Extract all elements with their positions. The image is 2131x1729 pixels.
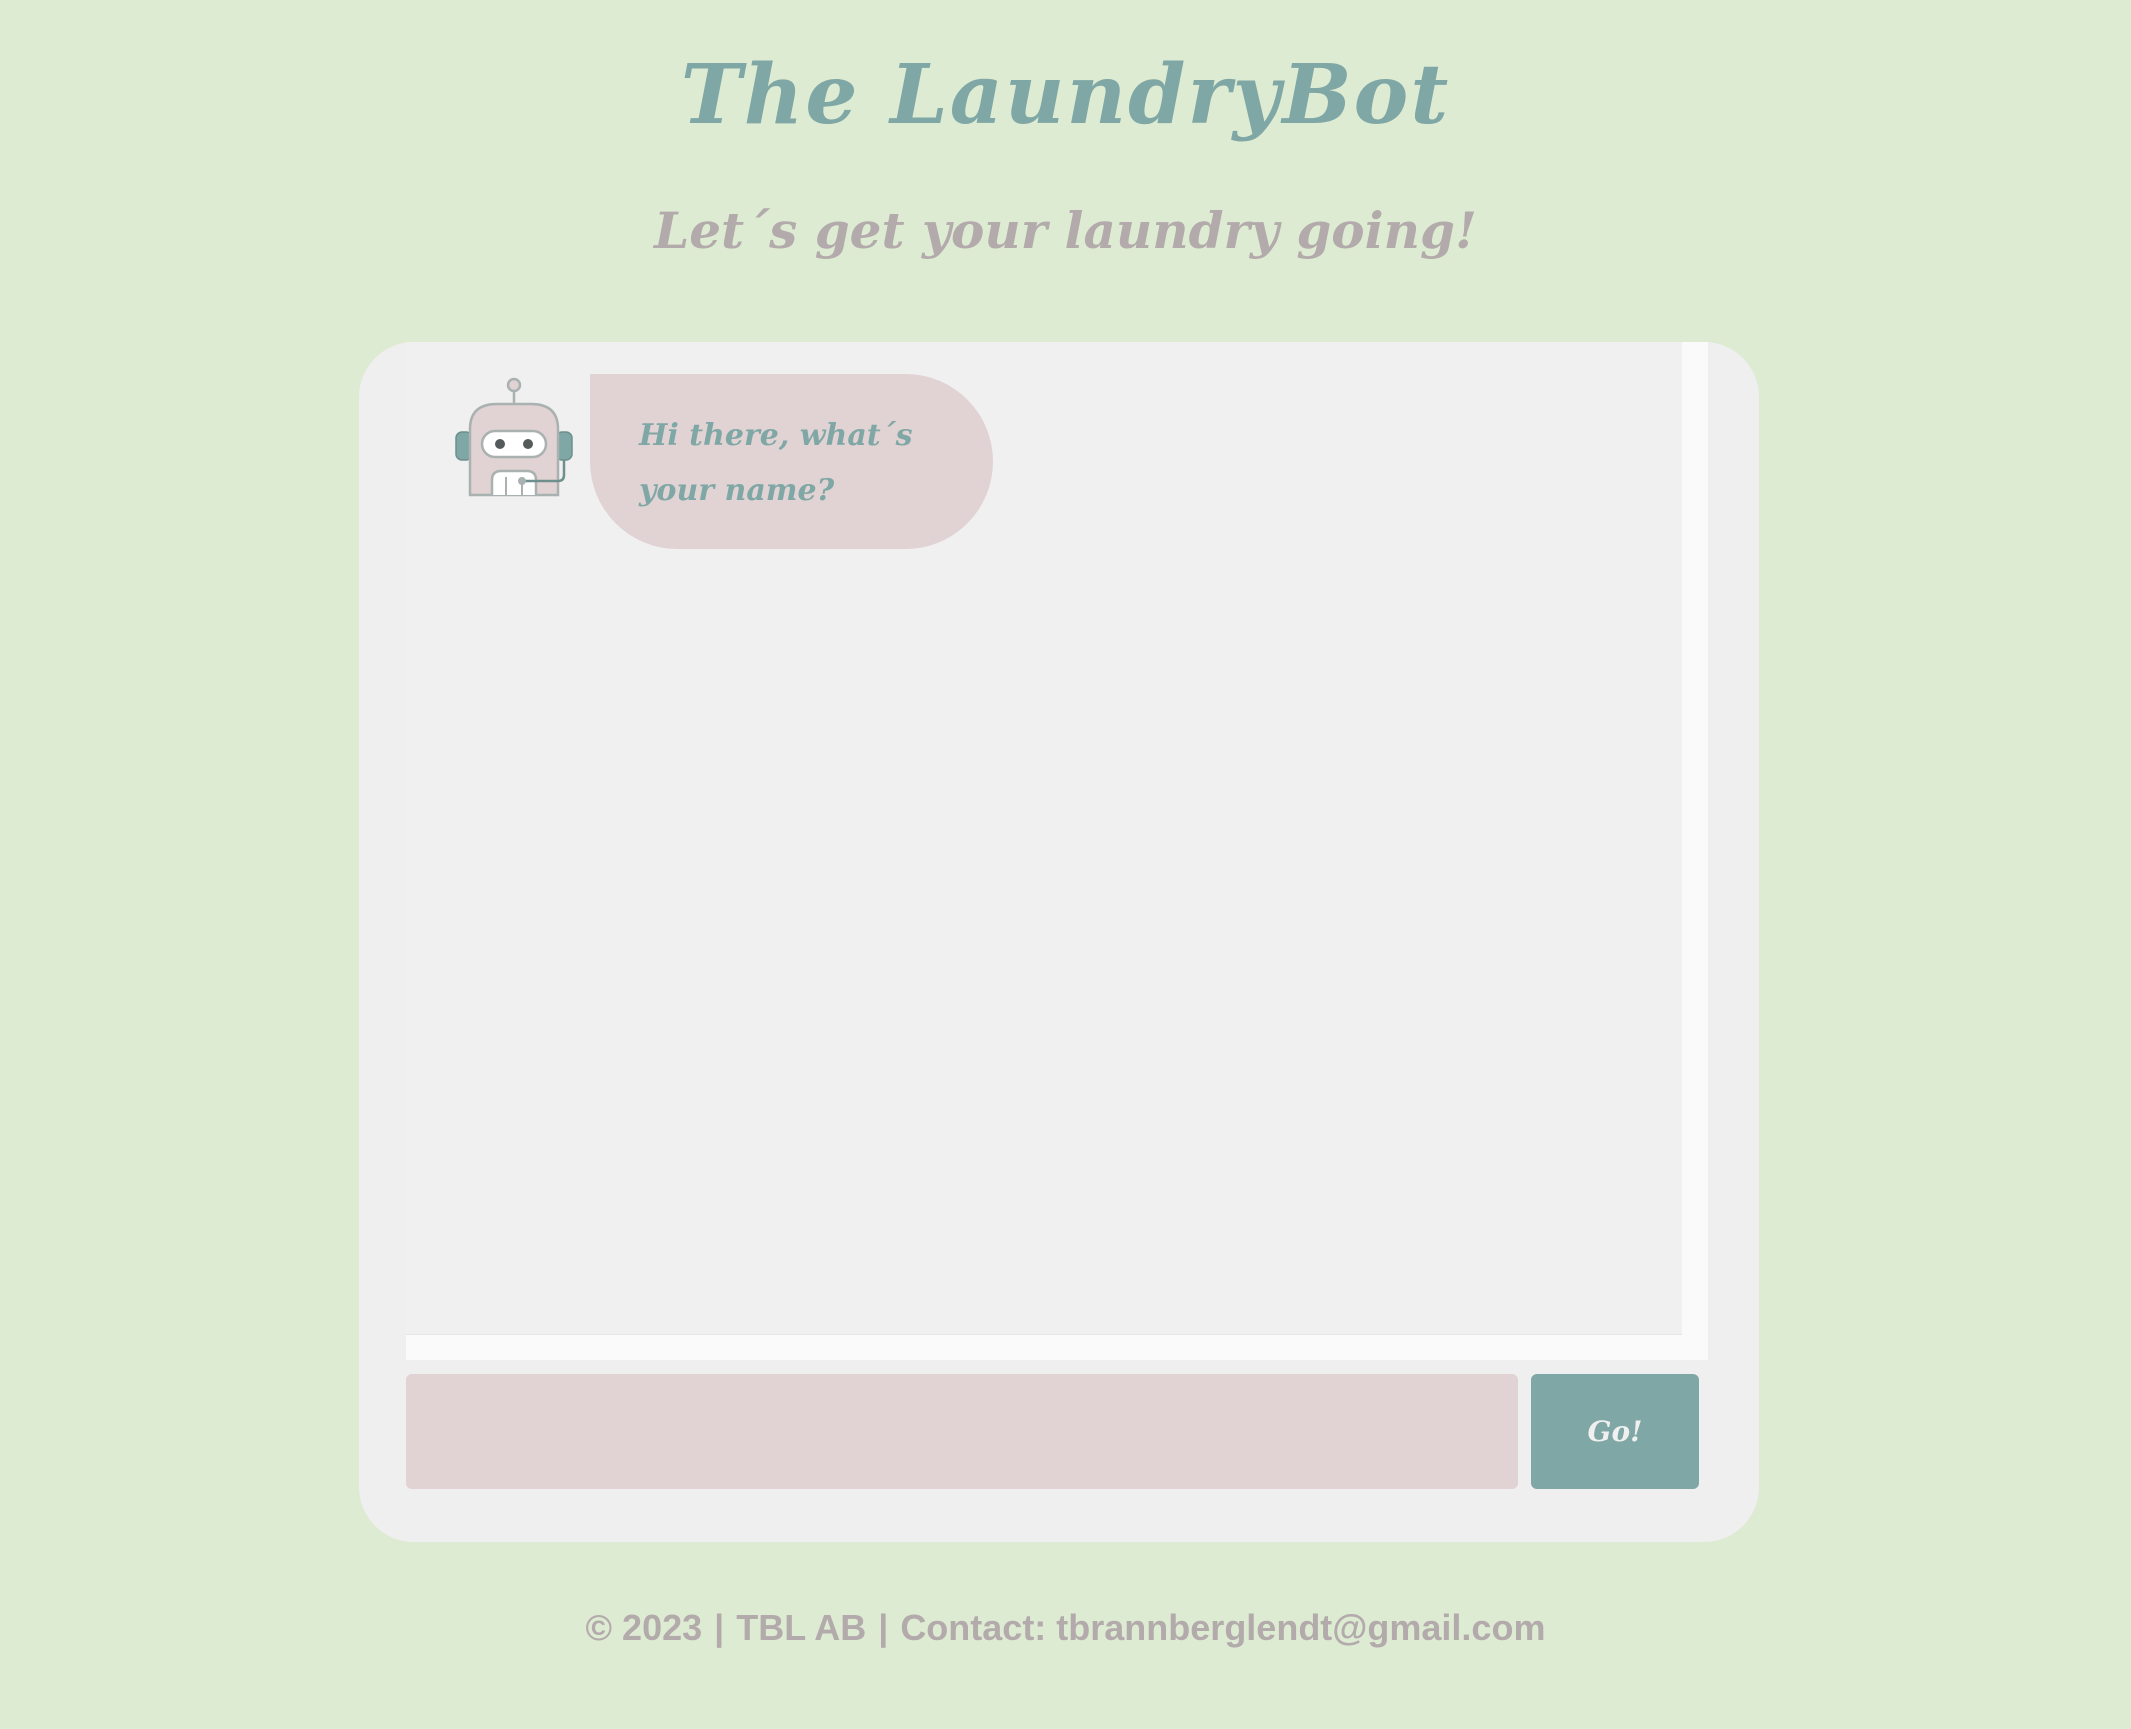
bot-message-bubble: Hi there, what´s your name?: [590, 374, 993, 549]
footer-copyright: © 2023: [585, 1607, 703, 1648]
chat-container: Hi there, what´s your name? Go!: [359, 342, 1759, 1542]
vertical-scrollbar[interactable]: [1682, 342, 1708, 1360]
robot-icon: [454, 377, 578, 497]
horizontal-scrollbar[interactable]: [406, 1335, 1708, 1360]
send-button[interactable]: Go!: [1531, 1374, 1699, 1489]
footer-company: TBL AB: [736, 1607, 867, 1648]
page-title: The LaundryBot: [680, 47, 1451, 143]
footer-separator: |: [878, 1607, 889, 1648]
footer-contact: Contact: tbrannberglendt@gmail.com: [900, 1607, 1546, 1648]
footer: © 2023 | TBL AB | Contact: tbrannberglendt@g…: [0, 1600, 2131, 1656]
message-input[interactable]: [406, 1374, 1518, 1489]
footer-separator: |: [714, 1607, 725, 1648]
page-subtitle: Let´s get your laundry going!: [654, 201, 1477, 260]
chat-log[interactable]: Hi there, what´s your name?: [406, 342, 1682, 1335]
